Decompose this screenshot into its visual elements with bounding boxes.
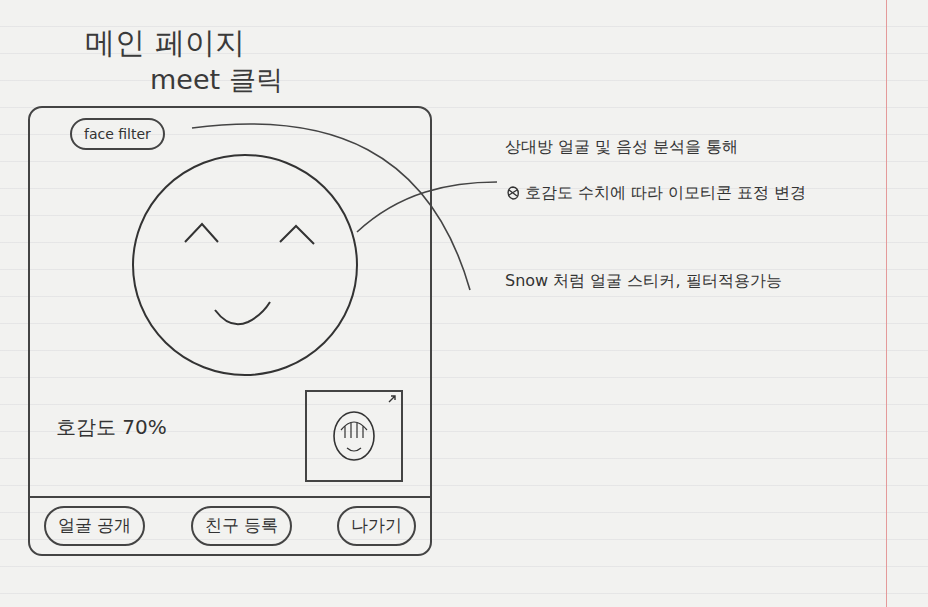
phone-frame: face filter 호감도 70% (28, 106, 432, 556)
scribble-icon (505, 185, 521, 201)
page-subtitle: meet 클릭 (85, 62, 432, 98)
annotation-row: 상대방 얼굴 및 음성 분석을 통해 (505, 136, 806, 158)
paper: 메인 페이지 meet 클릭 face filter 호감도 70% (0, 0, 928, 607)
action-button[interactable]: 얼굴 공개 (44, 506, 145, 546)
annotation-text: 호감도 수치에 따라 이모티콘 표정 변경 (525, 182, 806, 204)
action-button[interactable]: 친구 등록 (191, 506, 292, 546)
annotation-row: Snow 처럼 얼굴 스티커, 필터적용가능 (505, 270, 806, 292)
annotation-text: 상대방 얼굴 및 음성 분석을 통해 (505, 136, 738, 158)
left-column: 메인 페이지 meet 클릭 face filter 호감도 70% (0, 0, 432, 556)
self-view-thumbnail[interactable] (305, 390, 403, 482)
annotations: 상대방 얼굴 및 음성 분석을 통해호감도 수치에 따라 이모티콘 표정 변경 S… (505, 0, 806, 556)
self-face-icon (329, 408, 379, 464)
face-filter-button[interactable]: face filter (70, 118, 165, 150)
smiley-face-icon (130, 150, 360, 380)
expand-icon[interactable] (387, 394, 399, 406)
bottom-bar: 얼굴 공개 친구 등록 나가기 (30, 496, 430, 554)
annotation-text: Snow 처럼 얼굴 스티커, 필터적용가능 (505, 270, 782, 292)
affinity-label: 호감도 70% (30, 412, 167, 442)
page-title: 메인 페이지 (85, 24, 432, 62)
margin-line (886, 0, 887, 607)
annotation-row: 호감도 수치에 따라 이모티콘 표정 변경 (505, 182, 806, 204)
action-button[interactable]: 나가기 (337, 506, 416, 546)
